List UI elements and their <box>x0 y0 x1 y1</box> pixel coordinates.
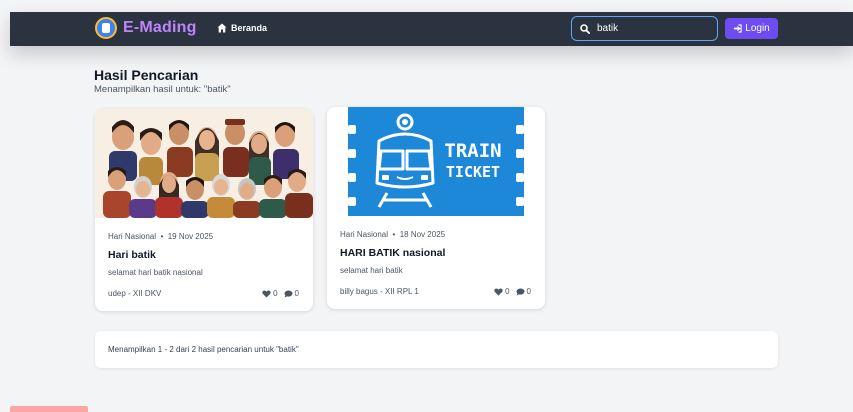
nav-beranda[interactable]: Beranda <box>217 23 267 33</box>
train-ticket-illustration: TRAIN TICKET <box>327 107 545 216</box>
post-category: Hari Nasional <box>340 230 389 239</box>
comments-count[interactable]: 0 <box>516 287 531 296</box>
post-stats: 0 0 <box>494 287 531 296</box>
result-card[interactable]: TRAIN TICKET Hari Nasional • 18 Nov 2025… <box>327 107 545 309</box>
post-title[interactable]: Hari batik <box>108 249 156 261</box>
login-button[interactable]: Login <box>725 18 778 39</box>
likes-count[interactable]: 0 <box>494 287 510 296</box>
brand-link[interactable]: E-Mading <box>95 17 197 39</box>
pagination-info-box: Menampilkan 1 - 2 dari 2 hasil pencarian… <box>95 331 778 368</box>
home-icon <box>217 23 227 33</box>
meta-separator: • <box>158 232 168 241</box>
heart-icon <box>262 289 271 298</box>
ticket-text-line2: TICKET <box>446 163 500 181</box>
nav-beranda-label: Beranda <box>231 23 268 33</box>
post-date: 19 Nov 2025 <box>167 232 214 241</box>
post-date: 18 Nov 2025 <box>399 230 446 239</box>
batik-people-illustration <box>95 109 313 218</box>
ticket-text-line1: TRAIN <box>444 140 501 162</box>
post-excerpt: selamat hari batik <box>340 266 403 275</box>
comments-count[interactable]: 0 <box>284 289 299 298</box>
login-label: Login <box>745 23 770 34</box>
search-box[interactable] <box>571 16 718 41</box>
search-input[interactable] <box>597 23 707 34</box>
comment-icon <box>516 287 525 296</box>
post-title[interactable]: HARI BATIK nasional <box>340 247 445 259</box>
likes-count[interactable]: 0 <box>262 289 278 298</box>
post-author: udep - XII DKV <box>108 289 162 298</box>
post-author: billy bagus - XII RPL 1 <box>340 287 419 296</box>
post-meta: Hari Nasional • 19 Nov 2025 <box>108 232 213 241</box>
heart-icon <box>494 287 503 296</box>
school-logo-icon <box>95 17 117 39</box>
comment-icon <box>284 289 293 298</box>
pagination-info-text: Menampilkan 1 - 2 dari 2 hasil pencarian… <box>108 345 299 354</box>
result-card[interactable]: Hari Nasional • 19 Nov 2025 Hari batik s… <box>95 109 313 311</box>
search-icon <box>580 23 590 34</box>
navbar: E-Mading Beranda Login <box>10 12 853 46</box>
post-stats: 0 0 <box>262 289 299 298</box>
page-subtitle: Menampilkan hasil untuk: "batik" <box>94 84 231 95</box>
post-excerpt: selamat hari batik nasional <box>108 268 203 277</box>
post-meta: Hari Nasional • 18 Nov 2025 <box>340 230 445 239</box>
sign-in-icon <box>734 24 742 33</box>
post-category: Hari Nasional <box>108 232 157 241</box>
meta-separator: • <box>390 230 400 239</box>
debug-badge <box>10 406 88 412</box>
brand-name: E-Mading <box>123 19 197 36</box>
page-title: Hasil Pencarian <box>94 67 199 83</box>
